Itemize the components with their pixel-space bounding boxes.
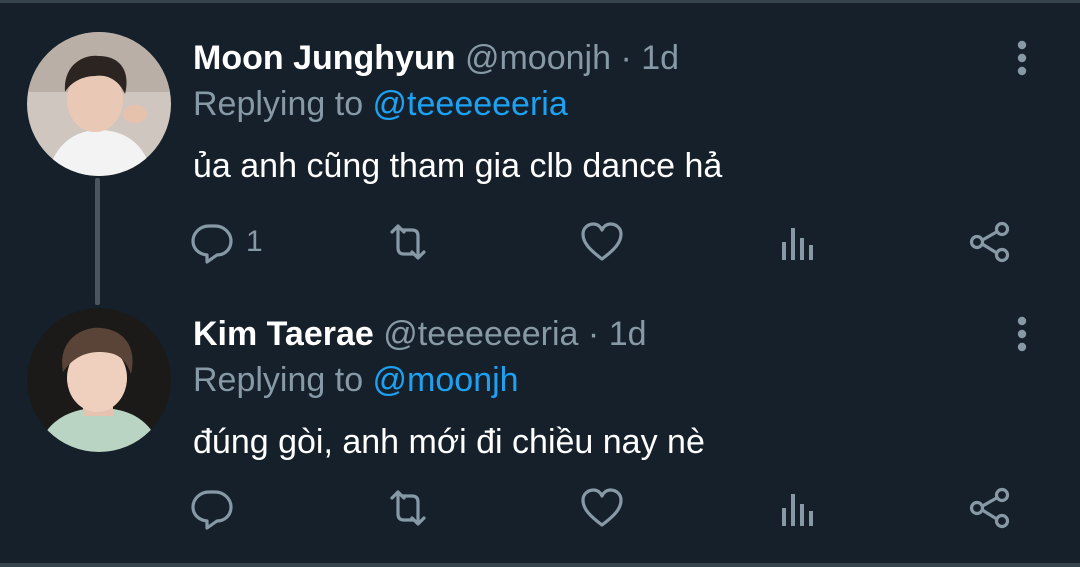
share-icon — [969, 221, 1010, 263]
avatar-kim-taerae[interactable] — [27, 308, 171, 452]
user-handle[interactable]: @moonjh — [465, 39, 611, 77]
share-button[interactable] — [966, 484, 1014, 532]
replying-to-handle[interactable]: @teeeeeeria — [373, 85, 568, 123]
share-button[interactable] — [966, 218, 1014, 266]
display-name[interactable]: Kim Taerae — [193, 315, 374, 353]
analytics-button[interactable] — [773, 218, 821, 266]
timestamp[interactable]: 1d — [641, 39, 679, 77]
tweet-text: ủa anh cũng tham gia clb dance hả — [193, 147, 723, 185]
reply-icon — [191, 224, 233, 264]
avatar-photo — [27, 308, 171, 452]
retweet-button[interactable] — [384, 218, 432, 266]
share-icon — [969, 487, 1010, 529]
bottom-divider — [0, 563, 1080, 567]
replying-to-label: Replying to — [193, 85, 373, 123]
separator-dot: · — [620, 39, 632, 77]
more-vertical-icon[interactable] — [1008, 314, 1036, 354]
like-button[interactable] — [578, 218, 626, 266]
retweet-icon — [390, 490, 426, 526]
heart-icon — [581, 488, 623, 527]
replying-to-line: Replying to @moonjh — [193, 360, 519, 400]
like-button[interactable] — [578, 484, 626, 532]
reply-button[interactable] — [188, 218, 236, 266]
analytics-icon — [782, 494, 813, 526]
display-name[interactable]: Moon Junghyun — [193, 39, 456, 77]
tweet-text: đúng gòi, anh mới đi chiều nay nè — [193, 423, 705, 461]
reply-button[interactable] — [188, 484, 236, 532]
tweet-header: Moon Junghyun @moonjh · 1d — [193, 38, 679, 78]
replying-to-line: Replying to @teeeeeeria — [193, 84, 568, 124]
replying-to-label: Replying to — [193, 361, 373, 399]
user-handle[interactable]: @teeeeeeria — [383, 315, 578, 353]
reply-count: 1 — [246, 225, 263, 258]
heart-icon — [581, 222, 623, 261]
avatar-moon-junghyun[interactable] — [27, 32, 171, 176]
tweet-header: Kim Taerae @teeeeeeria · 1d — [193, 314, 647, 354]
analytics-icon — [782, 228, 813, 260]
avatar-photo — [27, 32, 171, 176]
tweet-kim-taerae[interactable]: Kim Taerae @teeeeeeria · 1d Replying to … — [0, 290, 1080, 563]
tweet-moon-junghyun[interactable]: Moon Junghyun @moonjh · 1d Replying to @… — [0, 0, 1080, 290]
timestamp[interactable]: 1d — [609, 315, 647, 353]
retweet-icon — [390, 224, 426, 260]
replying-to-handle[interactable]: @moonjh — [373, 361, 519, 399]
analytics-button[interactable] — [773, 484, 821, 532]
separator-dot: · — [587, 315, 600, 353]
reply-icon — [191, 490, 233, 530]
retweet-button[interactable] — [384, 484, 432, 532]
more-vertical-icon[interactable] — [1008, 38, 1036, 78]
